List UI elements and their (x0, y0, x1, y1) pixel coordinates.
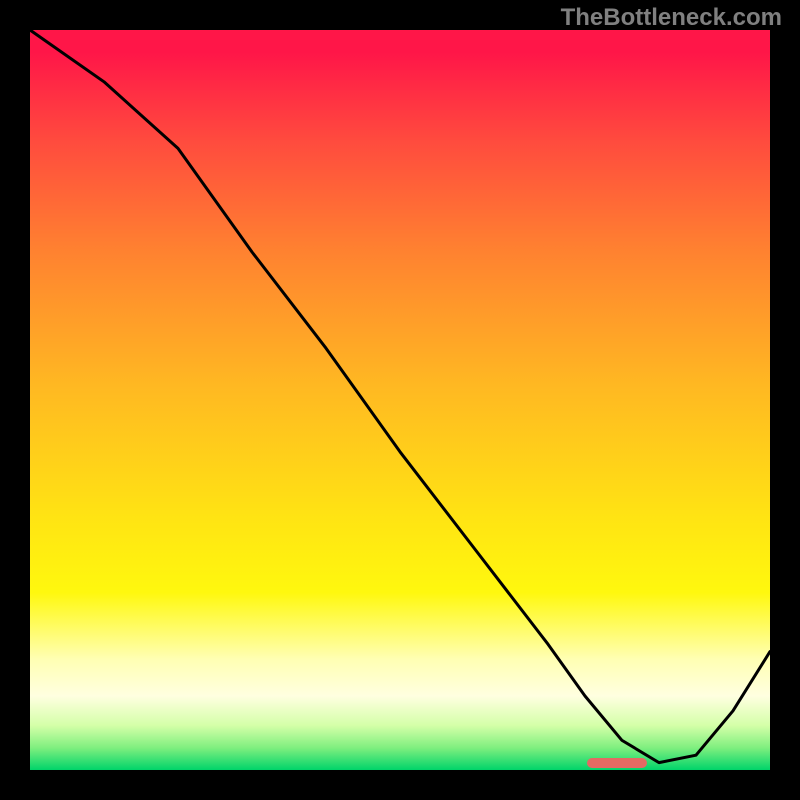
plot-area (30, 30, 770, 770)
watermark-text: TheBottleneck.com (561, 4, 782, 32)
bottleneck-curve-line (30, 30, 770, 763)
line-layer (30, 30, 770, 770)
figure-container: TheBottleneck.com (0, 0, 800, 800)
optimal-range-marker (587, 758, 647, 768)
